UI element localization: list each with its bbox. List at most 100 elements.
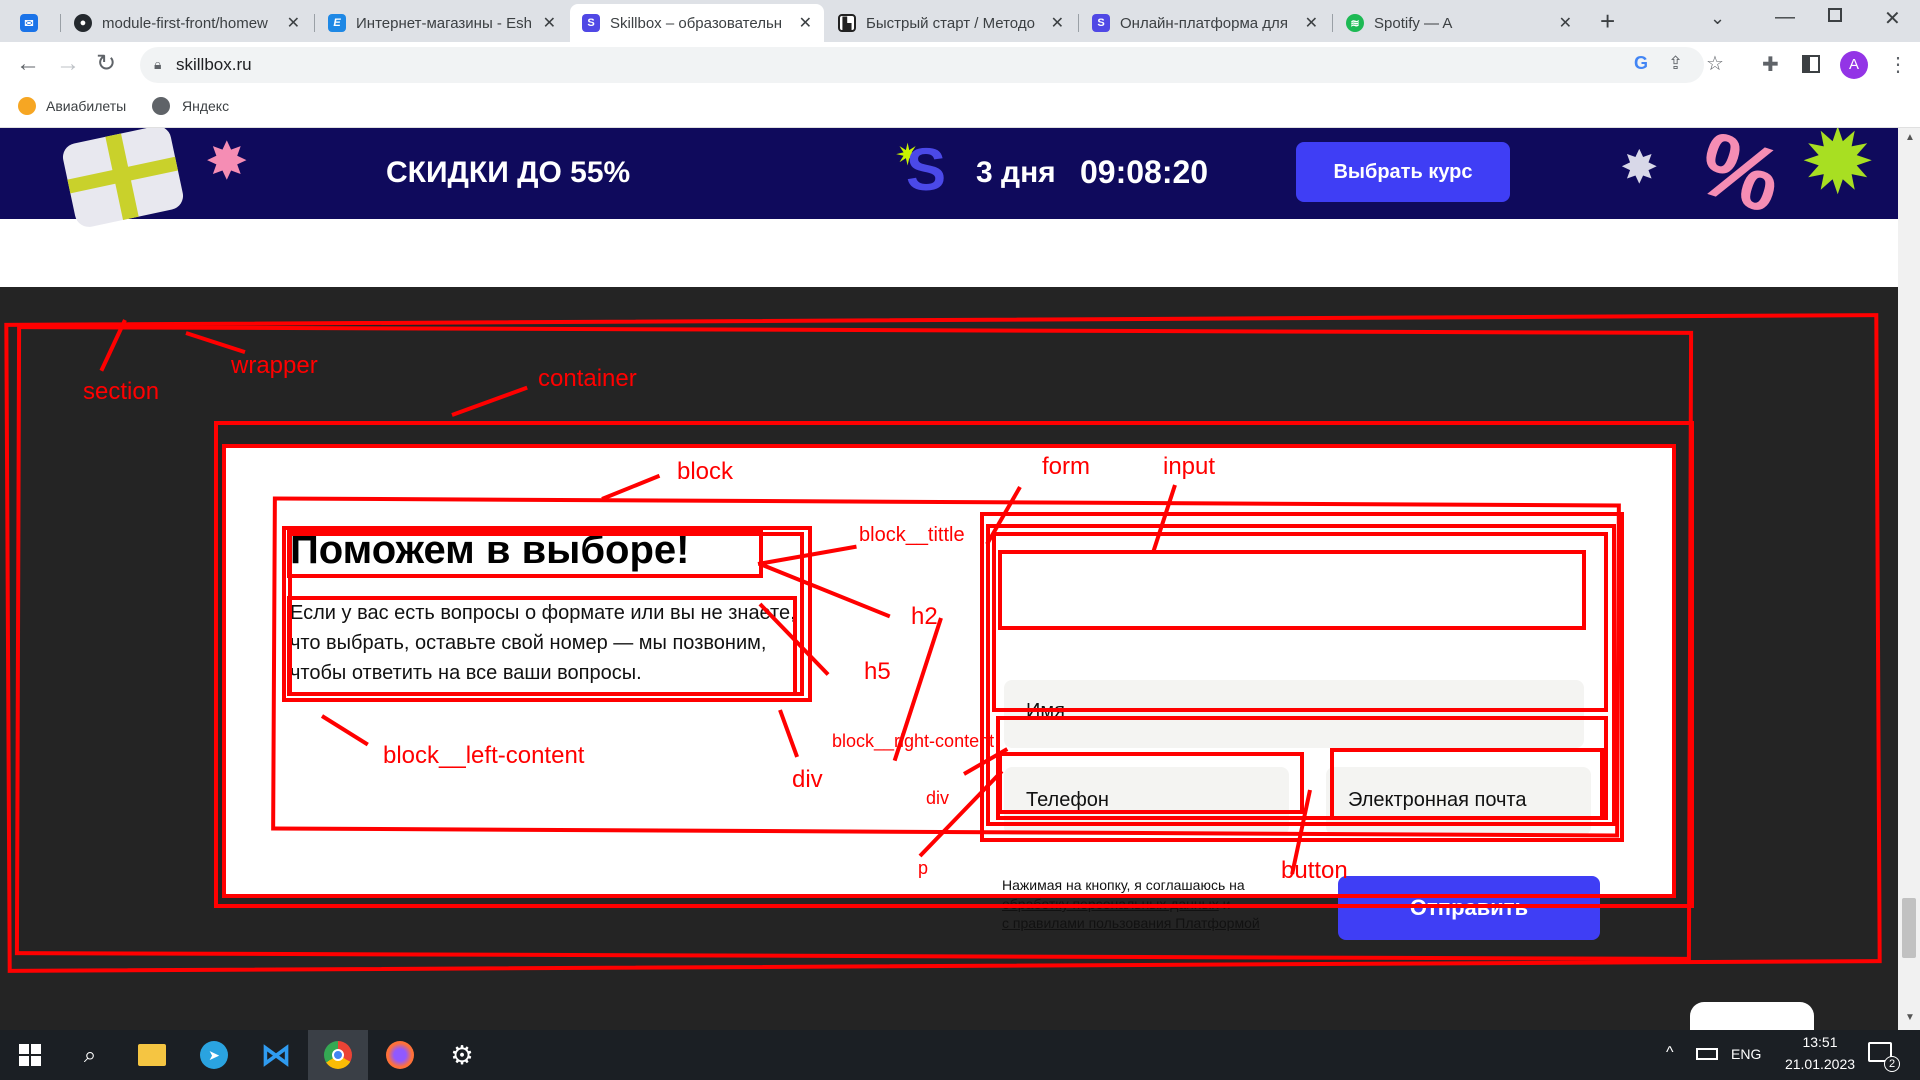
promo-banner: ✸ СКИДКИ ДО 55% ✷ S 3 дня 09:08:20 Выбра… [0, 128, 1898, 233]
p-outline [998, 752, 1304, 814]
annotation-input: input [1163, 453, 1216, 480]
minimize-icon[interactable]: — [1775, 6, 1795, 29]
choose-course-button[interactable]: Выбрать курс [1296, 142, 1510, 202]
side-panel-icon[interactable] [1802, 55, 1820, 73]
lock-icon: 🔒︎ [154, 56, 162, 72]
firefox-icon[interactable] [370, 1030, 430, 1080]
percent-decoration-icon: % [1686, 128, 1794, 233]
scroll-up-icon[interactable]: ▲ [1905, 132, 1915, 143]
annotation-h2: h2 [911, 603, 938, 630]
countdown-timer: 09:08:20 [1080, 154, 1209, 190]
tab-label: Spotify — A [1374, 14, 1453, 32]
url-text: skillbox.ru [176, 55, 252, 74]
reload-icon[interactable]: ↻ [96, 49, 116, 78]
button-outline [1330, 748, 1604, 820]
scroll-thumb[interactable] [1902, 898, 1916, 958]
annotation-block: block [677, 458, 734, 485]
tab-eshop[interactable]: E Интернет-магазины - Esh ✕ [316, 4, 568, 42]
annotation-container: container [538, 365, 637, 392]
profile-avatar[interactable]: A [1840, 51, 1868, 79]
globe-icon [152, 97, 170, 115]
tab-spotify[interactable]: ≋ Spotify — A ✕ [1334, 4, 1584, 42]
language-indicator[interactable]: ENG [1731, 1046, 1761, 1062]
star-decoration-icon: ✸ [1620, 141, 1659, 193]
file-explorer-icon[interactable] [122, 1030, 182, 1080]
star-decoration-icon: ✹ [1800, 128, 1876, 213]
search-icon[interactable]: ⌕ [60, 1030, 120, 1080]
tray-chevron-icon[interactable]: ^ [1666, 1044, 1674, 1062]
text-outline [287, 596, 797, 696]
annotation-h5: h5 [864, 658, 891, 685]
menu-kebab-icon[interactable]: ⋮ [1888, 52, 1908, 77]
annotation-block-title: block__tittle [859, 524, 965, 546]
title-outline [287, 530, 763, 578]
scroll-down-icon[interactable]: ▼ [1905, 1012, 1915, 1023]
annotation-left-content: block__left-content [383, 742, 585, 769]
telegram-icon[interactable]: ➤ [184, 1030, 244, 1080]
bookmark-yandex[interactable]: Яндекс [182, 98, 229, 114]
window-close-icon[interactable]: ✕ [1884, 6, 1901, 31]
tab-label: Интернет-магазины - Esh [356, 14, 532, 32]
close-icon[interactable]: ✕ [1051, 13, 1064, 33]
close-icon[interactable]: ✕ [799, 13, 812, 33]
annotation-wrapper: wrapper [231, 352, 318, 379]
restore-icon[interactable] [1828, 8, 1842, 22]
tab-mail[interactable]: ✉ [8, 4, 56, 42]
skillbox-s-logo: S [906, 136, 947, 203]
tab-skillbox[interactable]: S Skillbox – образовательн ✕ [570, 4, 824, 42]
bookmark-aviatickets[interactable]: Авиабилеты [46, 98, 126, 114]
tab-search-chevron-icon[interactable]: ⌄ [1710, 8, 1725, 29]
browser-tab-strip: ✉ ● module-first-front/homew ✕ E Интерне… [0, 0, 1920, 42]
tab-platform[interactable]: S Онлайн-платформа для ✕ [1080, 4, 1330, 42]
chrome-icon[interactable] [308, 1030, 368, 1080]
s-icon: S [1092, 14, 1110, 32]
battery-icon[interactable] [1696, 1048, 1718, 1060]
clock-date[interactable]: 21.01.2023 [1774, 1056, 1866, 1072]
input-outline [998, 550, 1586, 630]
browser-toolbar: ← → ↻ 🔒︎ skillbox.ru G ⇪ ☆ ✚ A ⋮ [0, 42, 1920, 88]
plane-icon [18, 97, 36, 115]
annotation-section: section [83, 378, 160, 405]
forward-icon[interactable]: → [56, 50, 80, 78]
close-icon[interactable]: ✕ [543, 13, 556, 33]
close-icon[interactable]: ✕ [1559, 13, 1572, 33]
settings-gear-icon[interactable]: ⚙ [432, 1030, 492, 1080]
gift-icon [60, 128, 186, 230]
star-decoration-icon: ✸ [205, 133, 249, 191]
bookmarks-bar: Авиабилеты Яндекс [0, 88, 1920, 128]
page-scrollbar[interactable]: ▲ ▼ [1898, 128, 1920, 1030]
annotation-p: p [918, 858, 929, 878]
annotation-div: div [792, 766, 823, 793]
s-icon: S [582, 14, 600, 32]
countdown-days: 3 дня [976, 156, 1056, 189]
chart-icon: ▙ [838, 14, 856, 32]
tab-label: Skillbox – образовательн [610, 14, 783, 32]
close-icon[interactable]: ✕ [287, 13, 300, 33]
vscode-icon[interactable]: ⋈ [246, 1030, 306, 1080]
bookmark-star-icon[interactable]: ☆ [1706, 51, 1724, 76]
e-icon: E [328, 14, 346, 32]
annotation-right-content: block__right-content [832, 731, 995, 751]
spotify-icon: ≋ [1346, 14, 1364, 32]
share-icon[interactable]: ⇪ [1668, 53, 1683, 74]
tab-label: Быстрый старт / Методо [866, 14, 1035, 32]
close-icon[interactable]: ✕ [1305, 13, 1318, 33]
windows-start-icon[interactable] [0, 1030, 60, 1080]
tab-methodology[interactable]: ▙ Быстрый старт / Методо ✕ [826, 4, 1076, 42]
windows-taskbar: ⌕ ➤ ⋈ ⚙ ^ ENG 13:51 21.01.2023 2 [0, 1030, 1920, 1080]
address-bar[interactable]: 🔒︎ skillbox.ru G ⇪ ☆ [140, 47, 1724, 83]
notification-count-badge: 2 [1884, 1056, 1900, 1072]
new-tab-icon[interactable]: + [1600, 6, 1615, 37]
extensions-icon[interactable]: ✚ [1762, 52, 1779, 77]
annotation-button: button [1281, 857, 1348, 884]
chat-widget-tab[interactable] [1690, 1002, 1814, 1030]
mail-icon: ✉ [20, 14, 38, 32]
page-viewport: ✸ СКИДКИ ДО 55% ✷ S 3 дня 09:08:20 Выбра… [0, 128, 1898, 1030]
tab-label: module-first-front/homew [102, 14, 268, 32]
github-icon: ● [74, 14, 92, 32]
google-icon[interactable]: G [1634, 53, 1648, 74]
back-icon[interactable]: ← [16, 50, 40, 78]
annotation-div-small: div [926, 788, 950, 808]
tab-github[interactable]: ● module-first-front/homew ✕ [62, 4, 312, 42]
clock-time[interactable]: 13:51 [1790, 1034, 1850, 1050]
